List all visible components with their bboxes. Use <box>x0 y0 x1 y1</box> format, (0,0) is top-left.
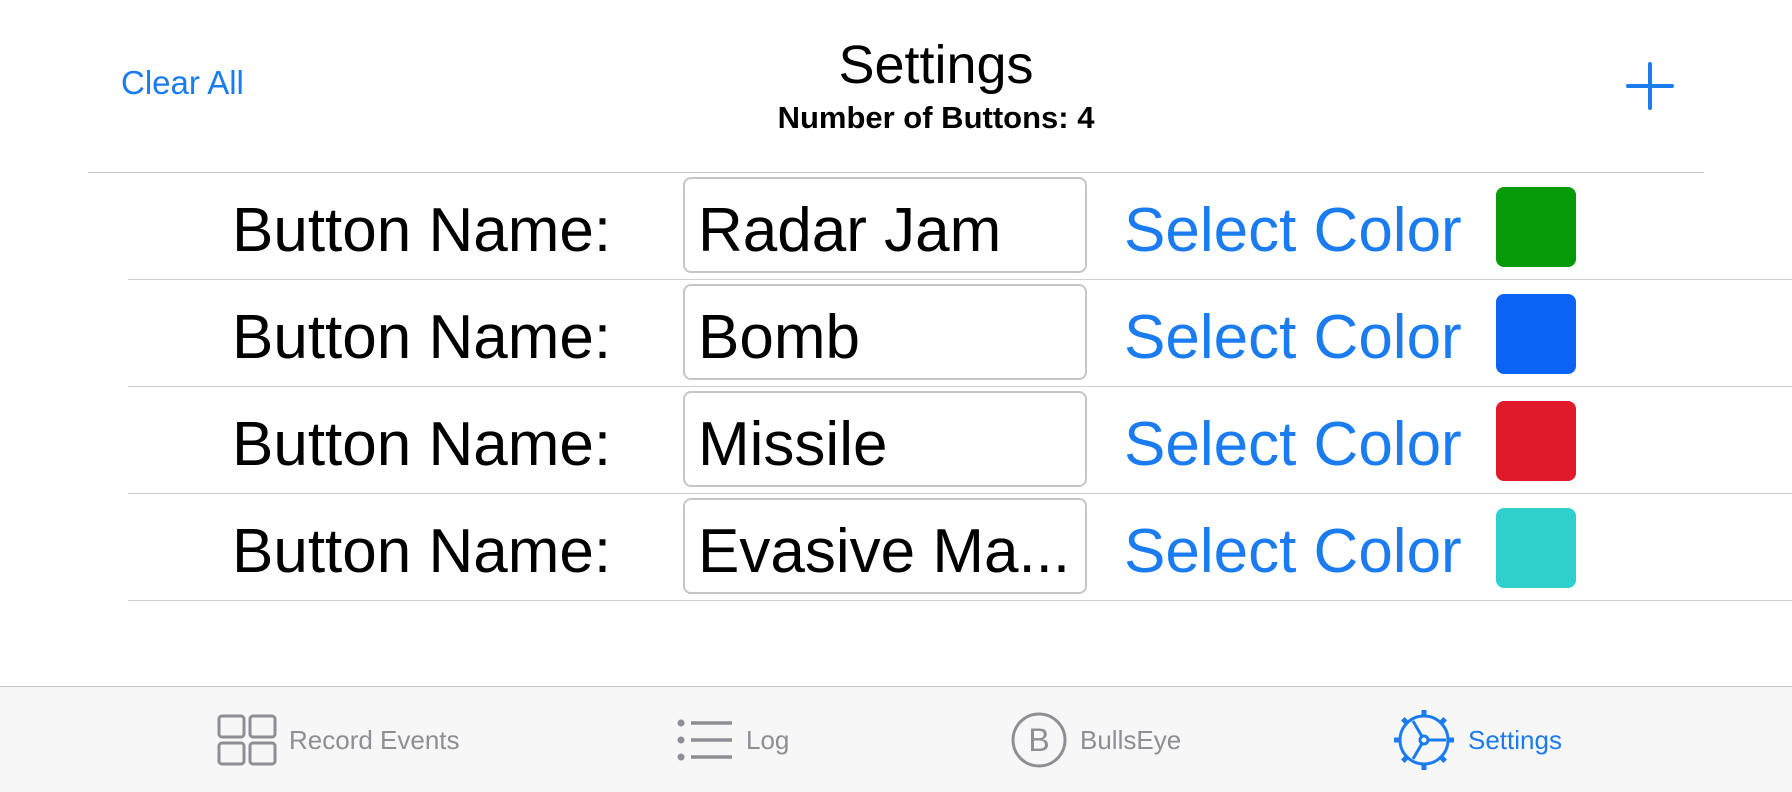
button-setting-row: Button Name: Radar Jam Select Color <box>0 173 1792 280</box>
color-swatch[interactable] <box>1496 294 1576 374</box>
gear-icon <box>1394 710 1454 770</box>
navigation-bar: Clear All Settings Number of Buttons: 4 <box>0 0 1792 173</box>
list-icon <box>677 719 732 761</box>
tab-bar: Record Events Log B BullsEye Settings <box>0 686 1792 792</box>
button-name-value: Evasive Ma... <box>698 517 1071 586</box>
button-name-label: Button Name: <box>232 303 612 372</box>
tab-label: BullsEye <box>1080 724 1182 755</box>
button-name-value: Bomb <box>698 303 860 372</box>
button-setting-row: Button Name: Missile Select Color <box>0 387 1792 494</box>
add-button[interactable] <box>1626 62 1674 110</box>
color-swatch[interactable] <box>1496 187 1576 267</box>
button-name-label: Button Name: <box>232 517 612 586</box>
button-setting-row: Button Name: Bomb Select Color <box>0 280 1792 387</box>
page-title: Settings <box>838 35 1034 95</box>
tab-log[interactable]: Log <box>676 687 789 792</box>
tab-bullseye[interactable]: B BullsEye <box>1010 687 1181 792</box>
row-divider <box>128 600 1792 601</box>
settings-screen: Clear All Settings Number of Buttons: 4 … <box>0 0 1792 792</box>
button-name-field[interactable]: Missile <box>683 391 1087 487</box>
select-color-button[interactable]: Select Color <box>1124 516 1462 587</box>
button-settings-list: Button Name: Radar Jam Select Color Butt… <box>0 173 1792 601</box>
button-name-field[interactable]: Bomb <box>683 284 1087 380</box>
plus-icon <box>1626 62 1674 110</box>
circle-b-icon: B <box>1011 712 1067 768</box>
button-name-value: Radar Jam <box>698 196 1002 265</box>
select-color-button[interactable]: Select Color <box>1124 409 1462 480</box>
button-setting-row: Button Name: Evasive Ma... Select Color <box>0 494 1792 601</box>
color-swatch[interactable] <box>1496 508 1576 588</box>
tab-label: Log <box>746 724 790 755</box>
tab-label: Record Events <box>289 724 460 755</box>
button-count-subtitle: Number of Buttons: 4 <box>777 100 1095 135</box>
svg-text:B: B <box>1028 722 1049 758</box>
color-swatch[interactable] <box>1496 401 1576 481</box>
tab-record-events[interactable]: Record Events <box>217 687 460 792</box>
button-name-field[interactable]: Radar Jam <box>683 177 1087 273</box>
select-color-button[interactable]: Select Color <box>1124 195 1462 266</box>
button-name-value: Missile <box>698 410 888 479</box>
select-color-button[interactable]: Select Color <box>1124 302 1462 373</box>
grid-icon <box>217 714 277 766</box>
tab-label: Settings <box>1468 724 1562 755</box>
button-name-label: Button Name: <box>232 410 612 479</box>
button-name-label: Button Name: <box>232 196 612 265</box>
button-name-field[interactable]: Evasive Ma... <box>683 498 1087 594</box>
tab-settings[interactable]: Settings <box>1392 687 1562 792</box>
